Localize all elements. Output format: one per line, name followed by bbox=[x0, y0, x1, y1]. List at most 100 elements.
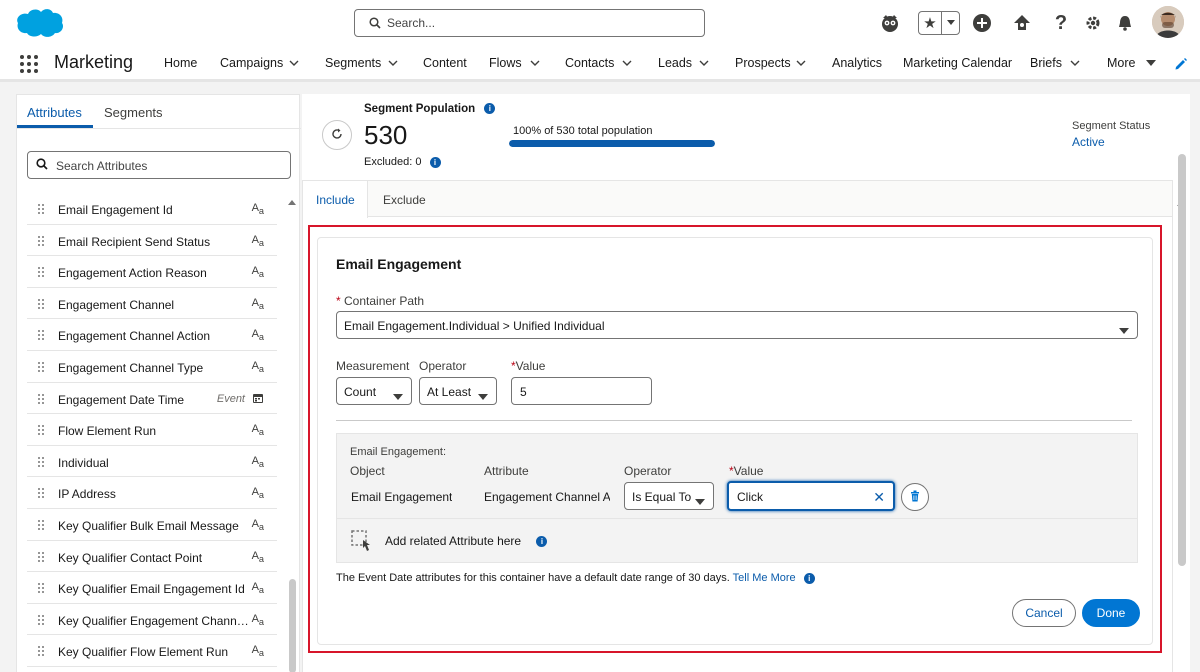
list-item[interactable]: Engagement Date Time Event bbox=[27, 383, 277, 415]
info-icon[interactable]: i bbox=[803, 572, 815, 584]
drag-handle-icon[interactable] bbox=[37, 519, 45, 531]
edit-nav-pencil-icon[interactable] bbox=[1174, 57, 1188, 74]
user-avatar[interactable] bbox=[1152, 6, 1184, 38]
info-icon[interactable]: i bbox=[484, 103, 496, 115]
attribute-list-scrollbar[interactable] bbox=[289, 579, 296, 672]
drag-handle-icon[interactable] bbox=[37, 266, 45, 278]
list-item[interactable]: Key Qualifier Engagement Channel T... Aa bbox=[27, 604, 277, 636]
tab-segments[interactable]: Segments bbox=[104, 105, 163, 120]
tab-attributes[interactable]: Attributes bbox=[27, 105, 82, 120]
chevron-down-icon[interactable] bbox=[288, 57, 300, 69]
nav-item-prospects[interactable]: Prospects bbox=[735, 56, 791, 70]
list-item[interactable]: Key Qualifier Flow Element Run Aa bbox=[27, 635, 277, 667]
value-field[interactable] bbox=[511, 377, 652, 405]
nav-item-flows[interactable]: Flows bbox=[489, 56, 522, 70]
nav-item-more[interactable]: More bbox=[1107, 56, 1135, 70]
list-item[interactable]: Engagement Channel Aa bbox=[27, 288, 277, 320]
drag-handle-icon[interactable] bbox=[37, 203, 45, 215]
global-search-input[interactable] bbox=[387, 14, 687, 32]
done-button[interactable]: Done bbox=[1082, 599, 1140, 627]
text-type-icon: Aa bbox=[251, 454, 264, 469]
drag-handle-icon[interactable] bbox=[37, 487, 45, 499]
list-item[interactable]: Flow Element Run Aa bbox=[27, 414, 277, 446]
drag-handle-icon[interactable] bbox=[37, 614, 45, 626]
list-item[interactable]: Email Engagement Id Aa bbox=[27, 193, 277, 225]
favorites-star-icon[interactable]: ★ bbox=[919, 14, 941, 32]
drag-handle-icon[interactable] bbox=[37, 645, 45, 657]
value-column-label: *Value bbox=[729, 464, 764, 478]
list-item[interactable]: Engagement Channel Action Aa bbox=[27, 319, 277, 351]
drag-handle-icon[interactable] bbox=[37, 298, 45, 310]
attribute-search-input[interactable] bbox=[56, 157, 276, 175]
operator-select[interactable]: At Least bbox=[419, 377, 497, 405]
drag-handle-icon[interactable] bbox=[37, 329, 45, 341]
chevron-down-icon[interactable] bbox=[795, 57, 807, 69]
setup-gear-icon[interactable] bbox=[1082, 12, 1104, 34]
caret-down-icon[interactable] bbox=[1145, 57, 1157, 69]
list-item[interactable]: Individual Aa bbox=[27, 446, 277, 478]
tab-exclude[interactable]: Exclude bbox=[383, 193, 426, 207]
nav-item-analytics[interactable]: Analytics bbox=[832, 56, 882, 70]
chevron-down-icon[interactable] bbox=[1069, 57, 1081, 69]
delete-filter-button[interactable] bbox=[901, 483, 929, 511]
add-related-attribute-dropzone[interactable]: Add related Attribute here i bbox=[337, 518, 1137, 562]
tab-include[interactable]: Include bbox=[303, 181, 368, 218]
favorites-caret-icon[interactable] bbox=[941, 12, 959, 34]
scroll-up-arrow-icon[interactable] bbox=[287, 195, 297, 209]
notifications-bell-icon[interactable] bbox=[1114, 12, 1136, 34]
drag-handle-icon[interactable] bbox=[37, 456, 45, 468]
list-item[interactable]: Key Qualifier Bulk Email Message Aa bbox=[27, 509, 277, 541]
nav-item-marketing-calendar[interactable]: Marketing Calendar bbox=[903, 56, 1012, 70]
nav-item-briefs[interactable]: Briefs bbox=[1030, 56, 1062, 70]
salesforce-logo[interactable] bbox=[14, 6, 66, 40]
nav-item-leads[interactable]: Leads bbox=[658, 56, 692, 70]
segment-status-label: Segment Status bbox=[1072, 120, 1151, 132]
nav-item-campaigns[interactable]: Campaigns bbox=[220, 56, 283, 70]
einstein-icon[interactable] bbox=[879, 12, 901, 34]
trailhead-icon[interactable] bbox=[1011, 12, 1033, 34]
main-scrollbar[interactable] bbox=[1178, 154, 1186, 566]
list-item[interactable]: Engagement Channel Type Aa bbox=[27, 351, 277, 383]
help-icon[interactable]: ? bbox=[1050, 12, 1072, 34]
list-item[interactable]: Engagement Action Reason Aa bbox=[27, 256, 277, 288]
nav-item-segments[interactable]: Segments bbox=[325, 56, 381, 70]
text-type-icon: Aa bbox=[251, 549, 264, 564]
favorites-group[interactable]: ★ bbox=[918, 11, 960, 35]
info-icon[interactable]: i bbox=[429, 156, 441, 168]
filter-operator-select[interactable]: Is Equal To bbox=[624, 482, 714, 510]
clear-icon[interactable]: ✕ bbox=[873, 489, 885, 506]
drag-handle-icon[interactable] bbox=[37, 235, 45, 247]
filter-value-input[interactable] bbox=[737, 488, 869, 506]
list-item[interactable]: Key Qualifier Email Engagement Id Aa bbox=[27, 572, 277, 604]
drag-handle-icon[interactable] bbox=[37, 582, 45, 594]
chevron-down-icon[interactable] bbox=[698, 57, 710, 69]
container-path-select[interactable]: Email Engagement.Individual > Unified In… bbox=[336, 311, 1138, 339]
cancel-button[interactable]: Cancel bbox=[1012, 599, 1076, 627]
list-item[interactable]: Key Qualifier Contact Point Aa bbox=[27, 541, 277, 573]
measurement-select[interactable]: Count bbox=[336, 377, 412, 405]
add-icon[interactable] bbox=[971, 12, 993, 34]
global-search[interactable] bbox=[354, 9, 705, 37]
nav-item-home[interactable]: Home bbox=[164, 56, 197, 70]
filter-value-field[interactable]: ✕ bbox=[727, 481, 895, 511]
drag-handle-icon[interactable] bbox=[37, 424, 45, 436]
nav-item-contacts[interactable]: Contacts bbox=[565, 56, 614, 70]
tell-me-more-link[interactable]: Tell Me More bbox=[733, 572, 796, 584]
value-input[interactable] bbox=[520, 383, 632, 401]
nav-item-content[interactable]: Content bbox=[423, 56, 467, 70]
attribute-label: Key Qualifier Bulk Email Message bbox=[58, 518, 239, 533]
app-launcher-icon[interactable] bbox=[19, 54, 39, 74]
attribute-search[interactable] bbox=[27, 151, 291, 179]
attribute-label: IP Address bbox=[58, 487, 116, 502]
drag-handle-icon[interactable] bbox=[37, 393, 45, 405]
info-icon[interactable]: i bbox=[536, 536, 548, 548]
drag-handle-icon[interactable] bbox=[37, 551, 45, 563]
drag-handle-icon[interactable] bbox=[37, 361, 45, 373]
list-item[interactable]: Email Recipient Send Status Aa bbox=[27, 225, 277, 257]
list-item[interactable]: IP Address Aa bbox=[27, 477, 277, 509]
chevron-down-icon[interactable] bbox=[621, 57, 633, 69]
chevron-down-icon[interactable] bbox=[529, 57, 541, 69]
attribute-filter-group: Email Engagement: Object Attribute Opera… bbox=[336, 433, 1138, 563]
chevron-down-icon[interactable] bbox=[387, 57, 399, 69]
refresh-population-button[interactable] bbox=[322, 120, 352, 150]
